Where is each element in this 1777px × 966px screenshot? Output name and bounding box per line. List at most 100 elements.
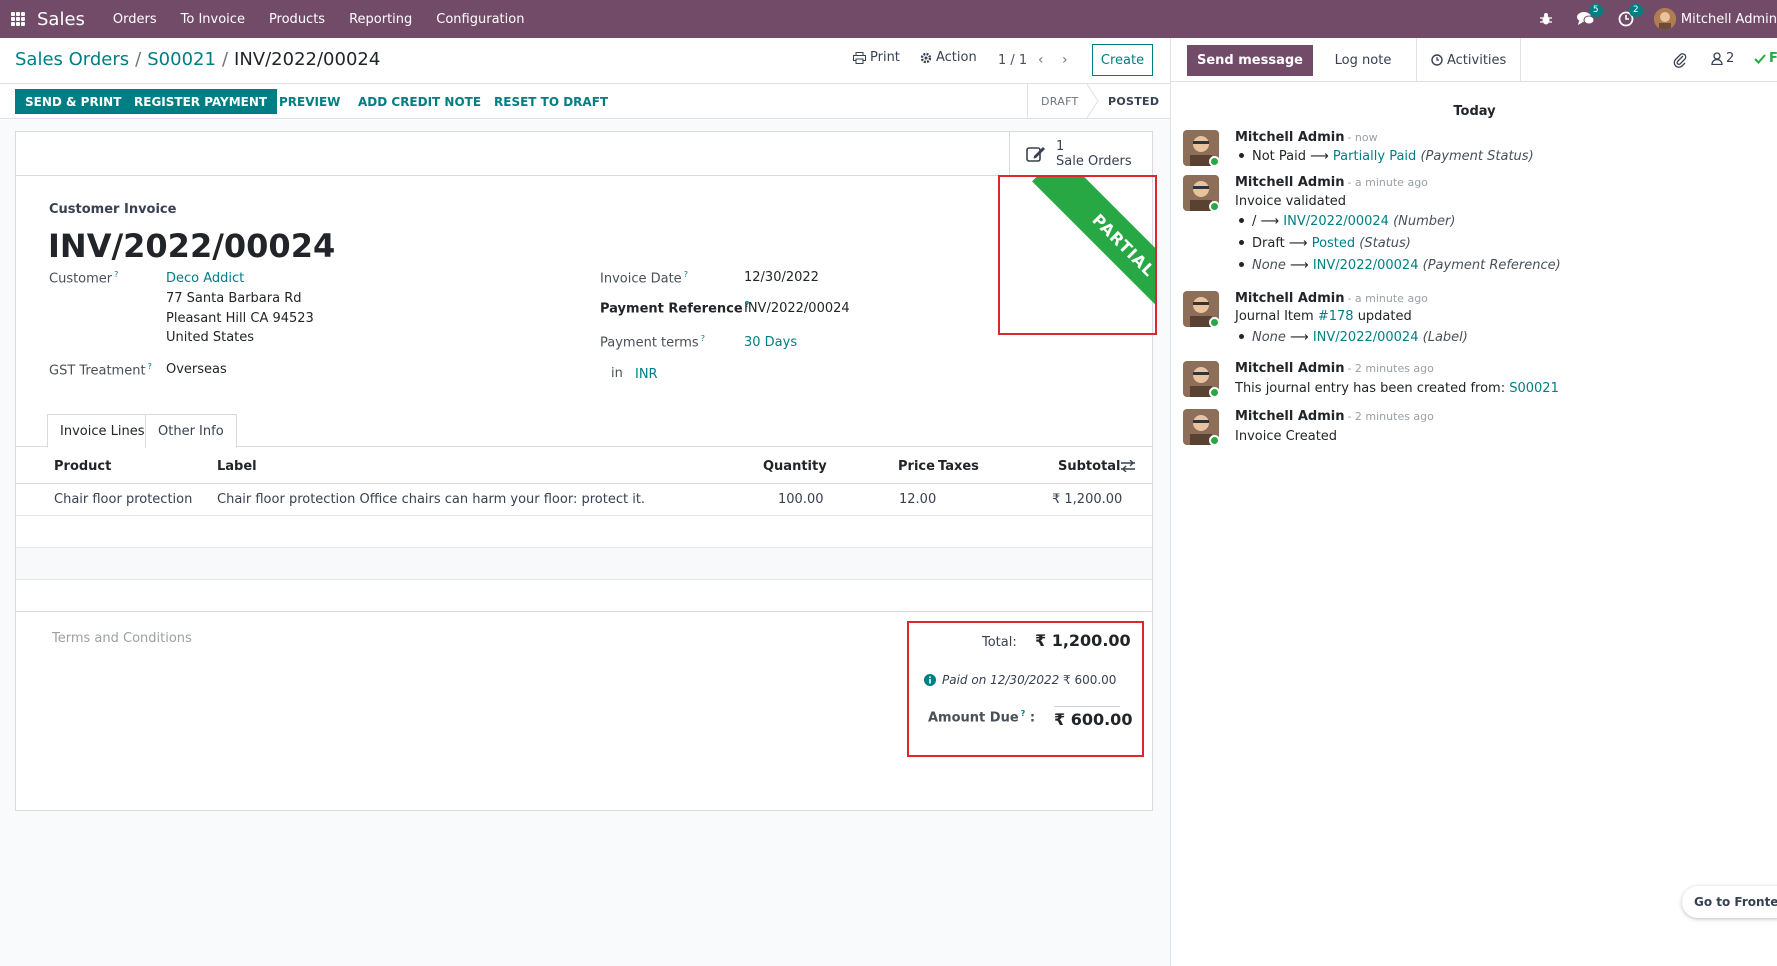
customer-address-country: United States: [166, 330, 255, 345]
currency-prefix: in: [611, 366, 623, 381]
payment-terms-label: Payment terms?: [600, 334, 705, 351]
tab-invoice-lines[interactable]: Invoice Lines: [47, 414, 158, 448]
sale-orders-smart-button[interactable]: 1 Sale Orders: [1009, 132, 1152, 176]
menu-to-invoice[interactable]: To Invoice: [181, 12, 245, 27]
gst-treatment-value[interactable]: Overseas: [166, 362, 227, 377]
payment-terms-value[interactable]: 30 Days: [744, 335, 797, 350]
followers-count: 2: [1726, 51, 1735, 66]
table-row[interactable]: Chair floor protection Chair floor prote…: [16, 484, 1152, 516]
add-credit-note-button[interactable]: ADD CREDIT NOTE: [348, 89, 491, 114]
control-panel: Sales Orders / S00021/INV/2022/00024 Print…: [0, 38, 1170, 84]
gear-icon: [920, 52, 932, 63]
message-author[interactable]: Mitchell Admin - now: [1235, 130, 1378, 145]
message-author[interactable]: Mitchell Admin - a minute ago: [1235, 175, 1428, 190]
column-settings-icon[interactable]: [1121, 460, 1135, 472]
customer-name-link[interactable]: Deco Addict: [166, 271, 244, 286]
debug-bug-icon[interactable]: [1537, 10, 1555, 28]
col-product[interactable]: Product: [54, 459, 111, 474]
customer-address-city: Pleasant Hill CA 94523: [166, 311, 314, 326]
col-label[interactable]: Label: [217, 459, 257, 474]
source-order-link[interactable]: S00021: [1509, 381, 1559, 396]
breadcrumb: Sales Orders / S00021/INV/2022/00024: [15, 49, 381, 70]
activities-count-badge: 2: [1628, 4, 1643, 17]
payment-reference-value[interactable]: INV/2022/00024: [744, 301, 850, 316]
followers-button[interactable]: 2: [1711, 51, 1734, 66]
user-avatar[interactable]: [1653, 8, 1676, 30]
pager-next-icon[interactable]: ›: [1062, 52, 1068, 68]
apps-menu-icon[interactable]: [11, 12, 25, 26]
app-brand[interactable]: Sales: [37, 9, 85, 30]
messaging-icon[interactable]: 5: [1576, 4, 1603, 28]
message-time: - 2 minutes ago: [1347, 362, 1434, 375]
log-note-button[interactable]: Log note: [1310, 38, 1416, 82]
preview-button[interactable]: PREVIEW: [269, 89, 350, 114]
menu-configuration[interactable]: Configuration: [436, 12, 524, 27]
pager-previous-icon[interactable]: ‹: [1038, 52, 1044, 68]
online-status-icon: [1209, 387, 1220, 398]
notebook-tabs: Invoice Lines Other Info: [16, 414, 1152, 448]
currency-value[interactable]: INR: [635, 367, 658, 382]
online-status-icon: [1209, 435, 1220, 446]
menu-products[interactable]: Products: [269, 12, 325, 27]
send-print-button[interactable]: SEND & PRINT: [15, 89, 132, 114]
col-price[interactable]: Price: [898, 459, 935, 474]
message-body: Invoice Created: [1235, 429, 1338, 444]
line-label: Chair floor protection Office chairs can…: [217, 492, 646, 507]
stage-draft[interactable]: DRAFT: [1041, 84, 1079, 118]
stage-posted[interactable]: POSTED: [1108, 84, 1159, 118]
message-author[interactable]: Mitchell Admin - 2 minutes ago: [1235, 361, 1434, 376]
messages-count-badge: 5: [1588, 4, 1603, 17]
systray: 5 2 Mitchell Admin: [1526, 0, 1777, 38]
message-time: - a minute ago: [1347, 292, 1428, 305]
journal-item-link[interactable]: #178: [1318, 309, 1354, 324]
paperclip-icon[interactable]: [1673, 52, 1687, 68]
tab-other-info[interactable]: Other Info: [145, 414, 237, 448]
go-to-frontend-button[interactable]: Go to Frontend: [1682, 886, 1777, 918]
tracking-value-line: None ⟶ INV/2022/00024 (Payment Reference…: [1235, 258, 1561, 273]
col-subtotal[interactable]: Subtotal: [1058, 459, 1121, 474]
smart-button-box: 1 Sale Orders: [16, 132, 1154, 176]
invoice-date-value[interactable]: 12/30/2022: [744, 270, 819, 285]
col-taxes[interactable]: Taxes: [938, 459, 979, 474]
reset-to-draft-button[interactable]: RESET TO DRAFT: [484, 89, 618, 114]
terms-conditions-input[interactable]: Terms and Conditions: [52, 631, 192, 646]
total-label: Total:: [982, 635, 1017, 650]
invoice-date-label: Invoice Date?: [600, 270, 688, 287]
activities-button[interactable]: Activities: [1416, 38, 1522, 82]
action-button[interactable]: Action: [920, 50, 977, 65]
tracking-value-line: Not Paid ⟶ Partially Paid (Payment Statu…: [1235, 149, 1534, 164]
create-button[interactable]: Create: [1092, 44, 1153, 76]
pager-value[interactable]: 1 / 1: [998, 53, 1027, 68]
menu-reporting[interactable]: Reporting: [349, 12, 412, 27]
print-icon: [853, 51, 866, 64]
line-quantity: 100.00: [778, 492, 824, 507]
invoice-number-title: INV/2022/00024: [48, 227, 336, 265]
stage-divider: [1027, 84, 1028, 118]
print-button[interactable]: Print: [853, 50, 900, 65]
breadcrumb-order[interactable]: S00021: [147, 49, 216, 70]
chatter-topbar: Send message Log note Activities 2 F: [1171, 38, 1777, 82]
message-time: - now: [1347, 131, 1378, 144]
register-payment-button[interactable]: REGISTER PAYMENT: [124, 89, 278, 114]
message-time: - 2 minutes ago: [1347, 410, 1434, 423]
activities-clock-icon[interactable]: 2: [1617, 4, 1643, 28]
top-navbar: Sales Orders To Invoice Products Reporti…: [0, 0, 1777, 38]
invoice-form-sheet: 1 Sale Orders PARTIAL Customer Invoice I…: [15, 131, 1157, 811]
tracking-value-line: / ⟶ INV/2022/00024 (Number): [1235, 214, 1455, 229]
breadcrumb-sales-orders[interactable]: Sales Orders: [15, 49, 129, 70]
col-quantity[interactable]: Quantity: [763, 459, 827, 474]
follow-button[interactable]: F: [1754, 51, 1777, 66]
edit-document-icon: [1026, 147, 1045, 162]
user-icon: [1711, 52, 1723, 65]
info-icon[interactable]: [924, 674, 936, 686]
message-author[interactable]: Mitchell Admin - a minute ago: [1235, 291, 1428, 306]
send-message-button[interactable]: Send message: [1187, 45, 1313, 76]
amount-due-divider: [1054, 706, 1120, 707]
tracking-value-line: None ⟶ INV/2022/00024 (Label): [1235, 330, 1468, 345]
menu-orders[interactable]: Orders: [113, 12, 157, 27]
user-name[interactable]: Mitchell Admin: [1681, 12, 1777, 27]
message-author[interactable]: Mitchell Admin - 2 minutes ago: [1235, 409, 1434, 424]
message-body: This journal entry has been created from…: [1235, 381, 1559, 396]
table-row-empty: [16, 548, 1152, 580]
invoice-type: Customer Invoice: [49, 202, 177, 217]
